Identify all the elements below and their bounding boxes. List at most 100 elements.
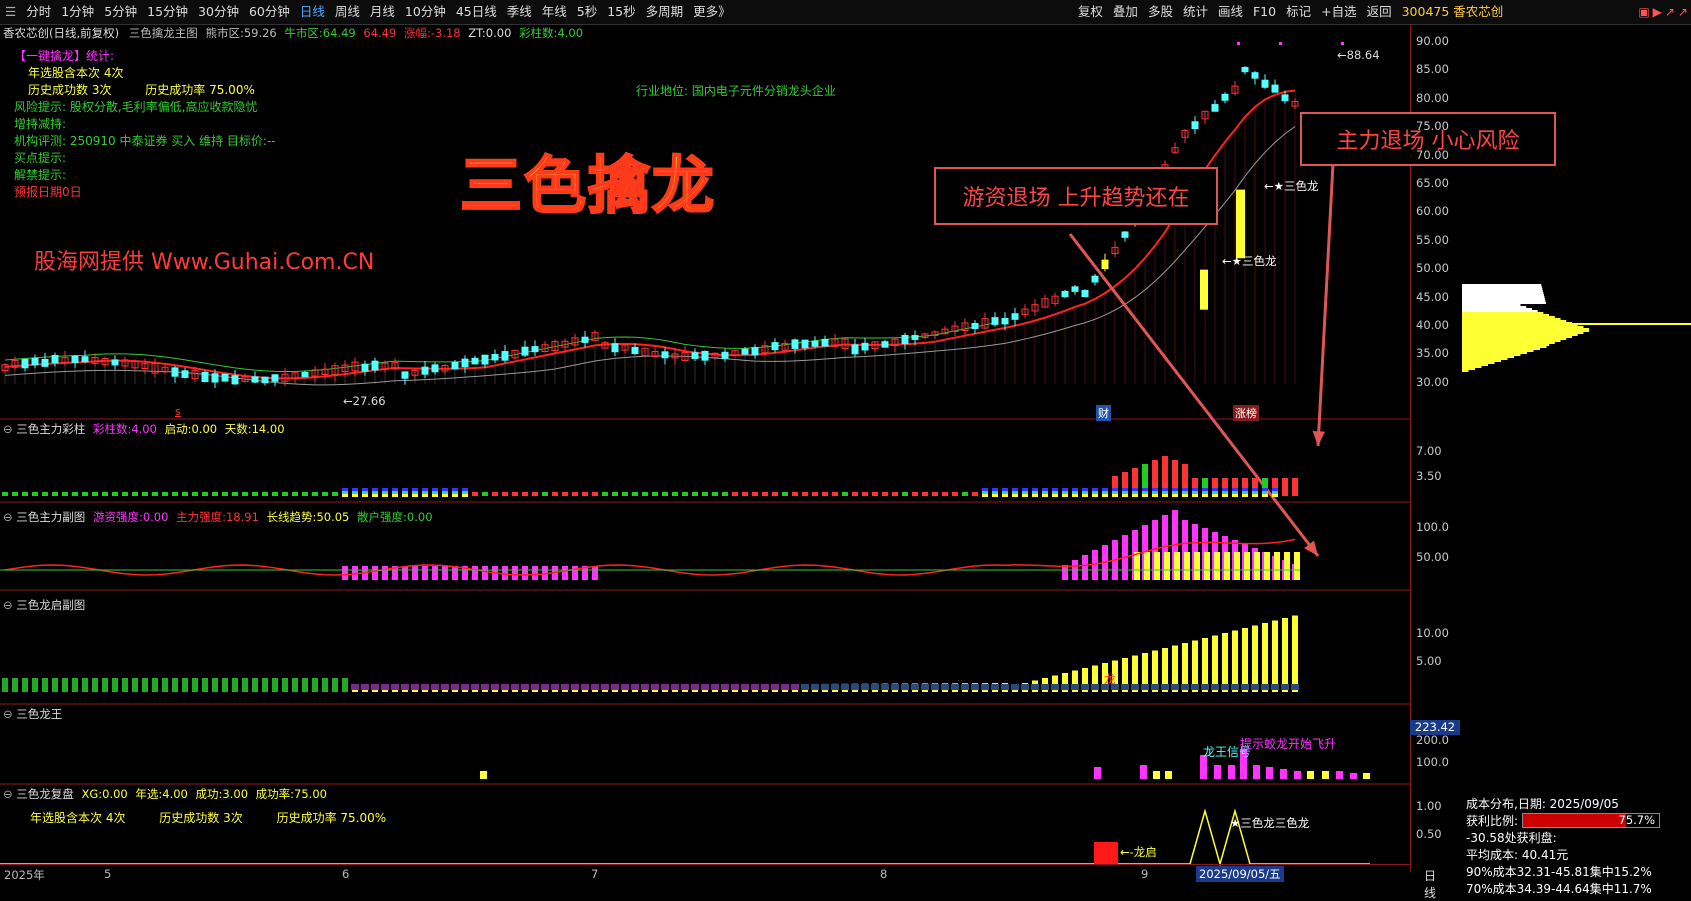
period-1[interactable]: 1分钟	[56, 0, 99, 24]
tool-2[interactable]: 多股	[1143, 0, 1178, 24]
dragon-band	[531, 684, 539, 690]
color-bar	[502, 492, 508, 496]
menu-icon[interactable]: ☰	[0, 0, 21, 24]
tool-6[interactable]: 标记	[1281, 0, 1316, 24]
window-icons[interactable]: ▣▶↗↗	[1638, 5, 1691, 19]
candle-body	[21, 358, 29, 369]
period-14[interactable]: 15秒	[602, 0, 640, 24]
period-11[interactable]: 季线	[502, 0, 537, 24]
period-4[interactable]: 30分钟	[193, 0, 244, 24]
main-tick-4: 70.00	[1416, 147, 1449, 162]
color-bar-seg	[1062, 491, 1068, 494]
period-15[interactable]: 多周期	[641, 0, 689, 24]
dragon-band	[391, 684, 399, 690]
color-bar	[962, 492, 968, 496]
color-bar-seg	[1002, 494, 1008, 497]
dragon-band	[971, 684, 979, 690]
color-bar	[892, 492, 898, 496]
color-bar-seg	[1082, 488, 1088, 491]
period-16[interactable]: 更多》	[688, 0, 736, 24]
tool-5[interactable]: F10	[1248, 0, 1281, 24]
color-bar-seg	[1062, 494, 1068, 497]
color-bar	[72, 492, 78, 496]
pane2-name[interactable]: 三色主力彩柱	[16, 422, 85, 436]
dragon-band	[1151, 684, 1159, 690]
candle-body	[1071, 286, 1079, 292]
color-bar	[862, 492, 868, 496]
pane4-marker-icon: ⊖	[3, 598, 13, 612]
period-9[interactable]: 10分钟	[400, 0, 451, 24]
dragon-band	[1241, 684, 1249, 690]
trend-bar	[1254, 552, 1260, 580]
indicator-name[interactable]: 三色擒龙主图	[129, 26, 198, 40]
period-label[interactable]: 日线	[1424, 867, 1436, 901]
candle-body	[211, 373, 219, 383]
period-2[interactable]: 5分钟	[99, 0, 142, 24]
dragon-band	[561, 684, 569, 690]
arrow-main-force	[1316, 163, 1335, 447]
period-10[interactable]: 45日线	[451, 0, 502, 24]
period-7[interactable]: 周线	[330, 0, 365, 24]
color-bar	[142, 492, 148, 496]
dragon-band	[1051, 684, 1059, 690]
stats-line1: 年选股含本次 4次	[28, 66, 124, 80]
dragon-band	[891, 684, 899, 690]
period-5[interactable]: 60分钟	[244, 0, 295, 24]
dragon-start-bar	[222, 678, 228, 692]
color-bar	[242, 492, 248, 496]
pane4-name[interactable]: 三色龙启副图	[16, 598, 85, 612]
pane5-name[interactable]: 三色龙王	[16, 707, 62, 721]
color-bar	[652, 492, 658, 496]
period-3[interactable]: 15分钟	[142, 0, 193, 24]
tool-1[interactable]: 叠加	[1108, 0, 1143, 24]
trend-bar	[1294, 552, 1300, 580]
tool-4[interactable]: 画线	[1213, 0, 1248, 24]
pane6-name[interactable]: 三色龙复盘	[16, 787, 74, 801]
dragon-band	[861, 684, 869, 690]
period-12[interactable]: 年线	[537, 0, 572, 24]
color-bar-seg	[422, 488, 428, 491]
dragon-start-bar	[302, 678, 308, 692]
period-8[interactable]: 月线	[365, 0, 400, 24]
dragon-band	[901, 684, 909, 690]
dragon-band	[371, 684, 379, 690]
color-bar-seg	[1262, 491, 1268, 494]
candle-body	[811, 340, 819, 347]
color-bar	[172, 492, 178, 496]
yellow-candle	[1236, 189, 1245, 259]
color-bar	[692, 492, 698, 496]
tool-0[interactable]: 复权	[1073, 0, 1108, 24]
color-bar-seg	[442, 491, 448, 494]
dragon-band	[1041, 684, 1049, 690]
color-bar-seg	[1112, 488, 1118, 491]
period-0[interactable]: 分时	[21, 0, 56, 24]
tool-7[interactable]: +自选	[1316, 0, 1361, 24]
cai-badge[interactable]: 财	[1096, 405, 1111, 421]
candle-body	[611, 343, 619, 353]
candle-body	[371, 360, 379, 371]
color-bar	[742, 492, 748, 496]
dragon-band	[941, 684, 949, 690]
profit-fill	[1523, 814, 1626, 827]
tool-3[interactable]: 统计	[1178, 0, 1213, 24]
big-title: 三色擒龙	[459, 135, 716, 225]
color-bar-seg	[1212, 491, 1218, 494]
pane6-s1: 年选股含本次 4次	[30, 811, 126, 825]
dragon-band	[881, 684, 889, 690]
pane3-name[interactable]: 三色主力副图	[16, 510, 85, 524]
color-bar-seg	[462, 491, 468, 494]
period-6[interactable]: 日线	[295, 0, 330, 24]
color-bar-seg	[1132, 488, 1138, 491]
period-13[interactable]: 5秒	[572, 0, 602, 24]
dragon-start-bar	[322, 678, 328, 692]
candle-body	[221, 373, 229, 382]
color-bar	[812, 492, 818, 496]
right-toolbar: 复权 叠加 多股 统计 画线 F10 标记 +自选 返回 300475 香农芯创 ▣▶↗↗	[1073, 0, 1691, 24]
dragon-start-bar	[202, 678, 208, 692]
color-bar-seg	[1142, 491, 1148, 494]
tool-8[interactable]: 返回	[1362, 0, 1397, 24]
zhang-badge[interactable]: 涨榜	[1233, 405, 1259, 421]
color-bar	[522, 492, 528, 496]
color-bar	[572, 492, 578, 496]
trend-bar	[1134, 552, 1140, 580]
